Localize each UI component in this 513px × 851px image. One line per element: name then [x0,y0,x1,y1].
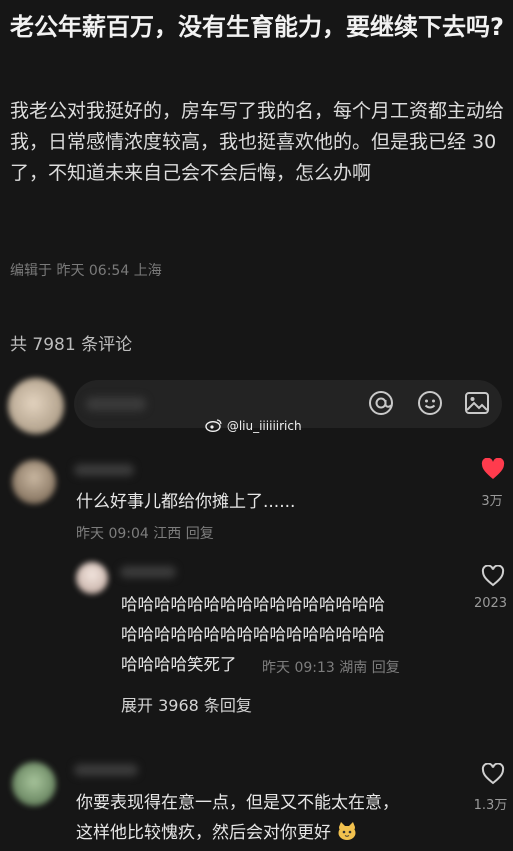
reply-text-line-2: 哈哈哈哈哈哈哈哈哈哈哈哈哈哈哈哈 [121,625,385,644]
like-count: 3万 [481,494,503,509]
comment-text-line-1: 你要表现得在意一点，但是又不能太在意， [76,793,399,813]
watermark-text: @liu_iiiiiirich [226,419,302,433]
image-icon[interactable] [464,390,490,422]
reply-text-line-1: 哈哈哈哈哈哈哈哈哈哈哈哈哈哈哈哈 [121,595,385,614]
comment-username-blur [74,464,134,476]
post-title: 老公年薪百万，没有生育能力，要继续下去吗? [10,13,504,41]
like-heart-outline-icon[interactable] [481,564,505,593]
like-count: 1.3万 [473,798,508,813]
reply-meta: 昨天 09:13 湖南 回复 [262,660,400,676]
comment-text: 什么好事儿都给你摊上了...... [76,492,296,512]
emoji-icon[interactable] [417,390,443,422]
comment-username-blur [74,764,138,776]
comment-avatar[interactable] [12,762,56,806]
watermark: @liu_iiiiiirich [205,418,302,433]
at-icon[interactable] [368,390,394,422]
reply-avatar[interactable] [76,562,108,594]
comment-meta: 昨天 09:04 江西 回复 [76,526,214,542]
input-placeholder-blur [86,397,146,411]
comment-text: 这样他比较愧疚，然后会对你更好 [76,823,331,843]
comment-count: 共 7981 条评论 [10,335,133,355]
reply-like-count: 2023 [473,596,508,611]
expand-replies-button[interactable]: 展开 3968 条回复 [121,692,252,716]
post-body: 我老公对我挺好的，房车写了我的名，每个月工资都主动给我，日常感情浓度较高，我也挺… [10,100,505,184]
user-avatar [8,378,64,434]
weibo-logo-icon [205,419,222,433]
like-heart-filled-icon[interactable] [481,457,505,486]
reply-text-line-3: 哈哈哈哈笑死了 [121,655,237,674]
reply-username-blur [120,566,176,578]
edit-meta: 编辑于 昨天 06:54 上海 [10,263,162,279]
comment-avatar[interactable] [12,460,56,504]
like-heart-outline-icon[interactable] [481,762,505,791]
cat-emoji-icon [336,821,358,841]
